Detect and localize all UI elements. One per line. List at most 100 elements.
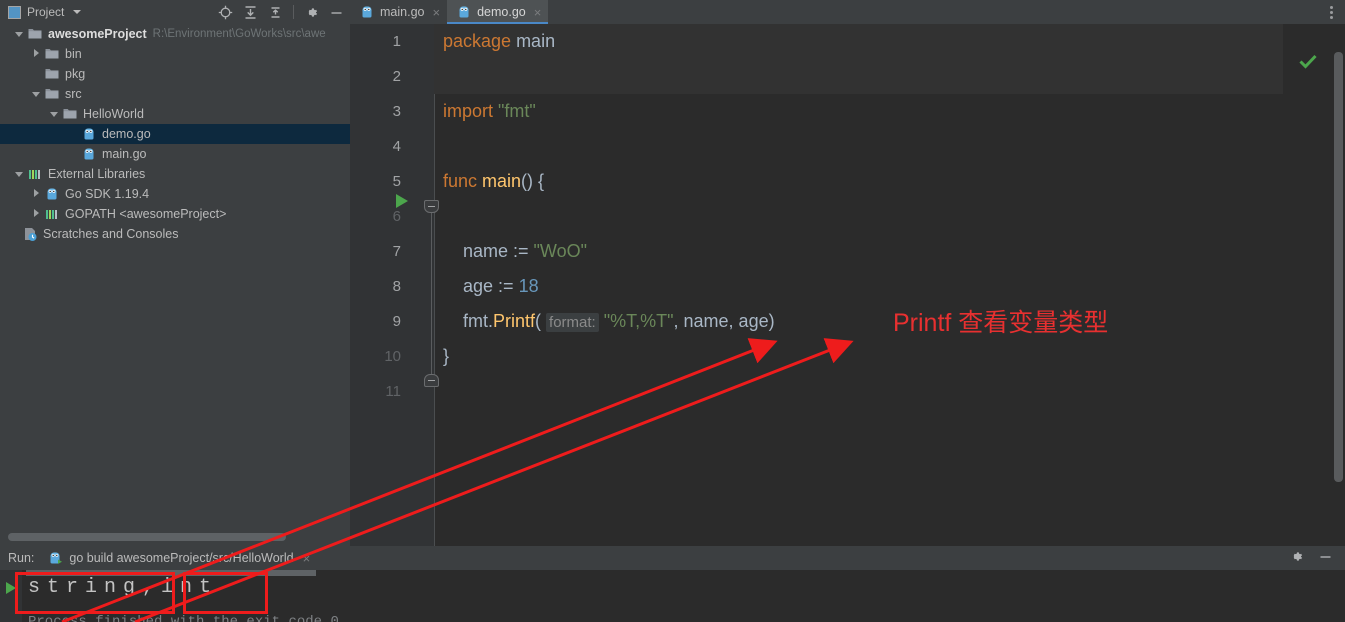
line-number: 6 — [392, 208, 401, 225]
code-token: Printf — [493, 311, 536, 331]
tab-demo-go[interactable]: demo.go × — [447, 0, 549, 24]
project-panel-header: Project — [0, 0, 350, 24]
chevron-down-icon[interactable] — [14, 169, 25, 180]
project-panel-horizontal-scrollbar[interactable] — [8, 533, 286, 541]
folder-icon — [44, 86, 60, 102]
tree-item-demo-go[interactable]: demo.go — [0, 124, 350, 144]
tree-item-label: Go SDK 1.19.4 — [65, 187, 150, 201]
minimize-icon[interactable] — [1318, 549, 1337, 567]
code-editor[interactable]: 1 2 3 4 5 6 7 8 9 10 11 package main imp… — [350, 24, 1345, 546]
code-token: ( — [535, 311, 547, 331]
run-configuration-name: go build awesomeProject/src/HelloWorld — [69, 551, 294, 565]
project-path: R:\Environment\GoWorks\src\awe — [152, 28, 326, 40]
chevron-down-icon[interactable] — [73, 10, 82, 14]
tab-main-go[interactable]: main.go × — [350, 0, 447, 24]
close-icon[interactable]: × — [432, 6, 440, 19]
project-tool-window: Project awesomeProject R:\Environment\Go… — [0, 0, 350, 546]
code-token: , name, age) — [673, 311, 775, 331]
code-line-10: } — [434, 339, 1283, 374]
code-token: import — [443, 101, 499, 121]
gear-icon[interactable] — [1289, 549, 1304, 567]
tree-item-label: main.go — [102, 147, 147, 161]
collapse-all-icon[interactable] — [268, 5, 283, 20]
line-number: 9 — [392, 313, 401, 330]
tree-item-label: Scratches and Consoles — [43, 227, 179, 241]
line-number: 5 — [392, 173, 401, 190]
run-tool-window: Run: go build awesomeProject/src/HelloWo… — [0, 546, 1345, 622]
run-console[interactable]: string,int Process finished with the exi… — [0, 570, 1345, 622]
run-gutter-icon[interactable] — [396, 194, 408, 208]
tree-item-gopath[interactable]: GOPATH <awesomeProject> — [0, 204, 350, 224]
code-line-5: func main() { — [434, 164, 1283, 199]
line-number: 2 — [392, 68, 401, 85]
tree-item-pkg[interactable]: pkg — [0, 64, 350, 84]
chevron-right-icon[interactable] — [31, 209, 42, 220]
code-token: age := — [443, 276, 519, 296]
editor-more-menu-button[interactable] — [1318, 0, 1345, 24]
chevron-right-icon[interactable] — [31, 189, 42, 200]
run-configuration-chip[interactable]: go build awesomeProject/src/HelloWorld × — [48, 550, 310, 566]
tree-item-external-libraries[interactable]: External Libraries — [0, 164, 350, 184]
tree-item-helloworld[interactable]: HelloWorld — [0, 104, 350, 124]
code-token: "WoO" — [533, 241, 588, 261]
line-number: 1 — [392, 33, 401, 50]
console-gutter — [0, 570, 22, 622]
code-line-3: import "fmt" — [434, 94, 1283, 129]
editor-gutter[interactable]: 1 2 3 4 5 6 7 8 9 10 11 — [350, 24, 434, 546]
go-file-icon — [81, 146, 97, 162]
line-number: 8 — [392, 278, 401, 295]
code-content[interactable]: package main import "fmt" func main() { … — [434, 24, 1283, 546]
line-number: 4 — [392, 138, 401, 155]
tree-item-bin[interactable]: bin — [0, 44, 350, 64]
tree-item-label: demo.go — [102, 127, 151, 141]
tree-item-go-sdk[interactable]: Go SDK 1.19.4 — [0, 184, 350, 204]
code-token: fmt. — [443, 311, 494, 331]
line-number: 7 — [392, 243, 401, 260]
gear-icon[interactable] — [304, 5, 319, 20]
tree-item-src[interactable]: src — [0, 84, 350, 104]
chevron-down-icon[interactable] — [31, 89, 42, 100]
editor-area: main.go × demo.go × 1 2 3 4 5 6 7 8 9 10… — [350, 0, 1345, 546]
close-icon[interactable]: × — [303, 551, 311, 566]
ide-window: Project awesomeProject R:\Environment\Go… — [0, 0, 1345, 622]
chevron-down-icon[interactable] — [14, 29, 25, 40]
chevron-down-icon[interactable] — [49, 109, 60, 120]
locate-icon[interactable] — [218, 5, 233, 20]
code-token: "%T,%T" — [603, 311, 674, 331]
library-icon — [27, 166, 43, 182]
tree-item-label: src — [65, 87, 82, 101]
chevron-right-icon[interactable] — [31, 49, 42, 60]
code-line-7: name := "WoO" — [434, 234, 1283, 269]
code-token: func — [443, 171, 483, 191]
parameter-hint: format: — [546, 313, 599, 332]
tree-item-label: GOPATH <awesomeProject> — [65, 207, 227, 221]
project-tree: awesomeProject R:\Environment\GoWorks\sr… — [0, 24, 350, 528]
tree-item-label: awesomeProject — [48, 27, 147, 41]
library-icon — [44, 206, 60, 222]
run-panel-header: Run: go build awesomeProject/src/HelloWo… — [0, 546, 1345, 570]
code-fold-line — [431, 211, 432, 381]
tree-item-scratches-and-consoles[interactable]: Scratches and Consoles — [0, 224, 350, 244]
editor-vertical-scrollbar[interactable] — [1334, 52, 1343, 482]
close-icon[interactable]: × — [534, 6, 542, 19]
code-line-8: age := 18 — [434, 269, 1283, 304]
console-output-line: string,int — [28, 576, 219, 599]
line-number: 11 — [385, 383, 401, 400]
code-token: name := — [443, 241, 534, 261]
expand-all-icon[interactable] — [243, 5, 258, 20]
inspection-ok-check-icon[interactable] — [1299, 54, 1317, 74]
line-number: 10 — [384, 348, 401, 365]
vertical-ellipsis-icon — [1330, 5, 1333, 19]
minimize-icon[interactable] — [329, 5, 344, 20]
scratches-icon — [22, 226, 38, 242]
console-output-next-line: Process finished with the exit code 0 — [28, 614, 339, 622]
code-line-9: fmt.Printf( format: "%T,%T", name, age) — [434, 304, 1283, 339]
tree-item-awesomeproject[interactable]: awesomeProject R:\Environment\GoWorks\sr… — [0, 24, 350, 44]
code-token: package — [443, 31, 517, 51]
folder-icon — [27, 26, 43, 42]
tree-item-label: pkg — [65, 67, 86, 81]
tree-item-main-go[interactable]: main.go — [0, 144, 350, 164]
